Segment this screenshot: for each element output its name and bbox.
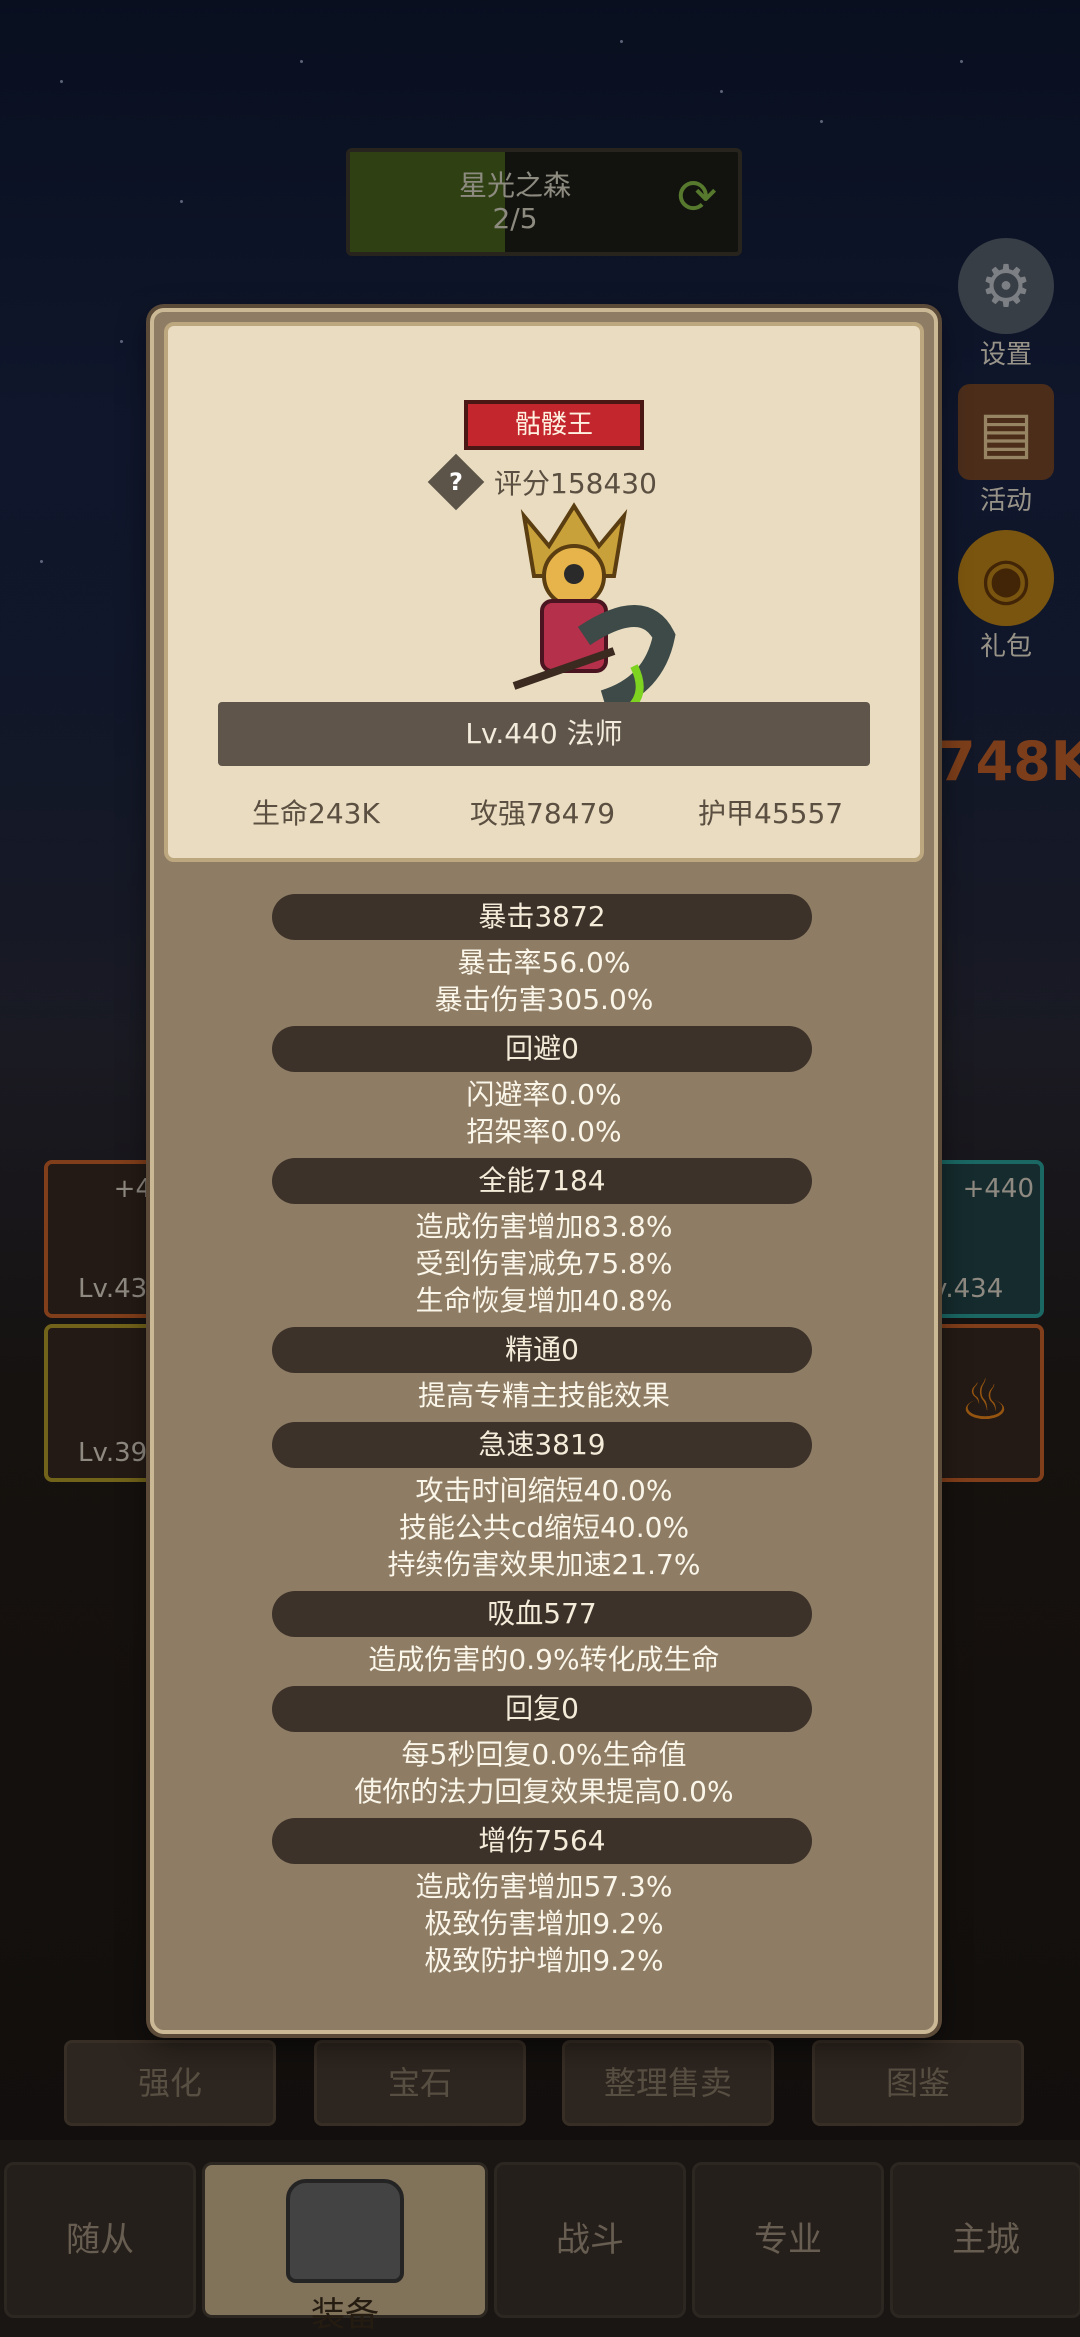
section-title: 回避0	[272, 1026, 812, 1072]
hero-card: 骷髅王 ? 评分158430 Lv.440 法师 生命243K 攻强78479 …	[164, 322, 924, 862]
section-line: 造成伤害增加83.8%	[415, 1210, 673, 1243]
section-line: 造成伤害的0.9%转化成生命	[368, 1643, 720, 1676]
section-line: 招架率0.0%	[466, 1115, 622, 1148]
section-line: 技能公共cd缩短40.0%	[398, 1511, 690, 1544]
section-line: 生命恢复增加40.8%	[415, 1284, 673, 1317]
section-title: 急速3819	[272, 1422, 812, 1468]
section-line: 暴击伤害305.0%	[434, 983, 654, 1016]
section-title: 增伤7564	[272, 1818, 812, 1864]
section-line: 受到伤害减免75.8%	[415, 1247, 673, 1280]
section-title: 精通0	[272, 1327, 812, 1373]
hero-portrait	[512, 502, 676, 725]
section-title: 暴击3872	[272, 894, 812, 940]
section-line: 持续伤害效果加速21.7%	[387, 1548, 701, 1581]
stat-hp: 生命243K	[252, 797, 380, 830]
section-line: 造成伤害增加57.3%	[415, 1870, 673, 1903]
section-title: 吸血577	[272, 1591, 812, 1637]
section-line: 提高专精主技能效果	[417, 1379, 670, 1412]
stat-attack: 攻强78479	[470, 797, 616, 830]
section-line: 极致防护增加9.2%	[424, 1944, 664, 1977]
section-line: 闪避率0.0%	[466, 1078, 622, 1111]
section-line: 每5秒回复0.0%生命值	[401, 1738, 687, 1771]
hero-stats-modal: 骷髅王 ? 评分158430 Lv.440 法师 生命243K 攻强78479 …	[150, 308, 938, 2034]
stat-armor: 护甲45557	[698, 797, 844, 830]
section-title: 全能7184	[272, 1158, 812, 1204]
section-line: 使你的法力回复效果提高0.0%	[354, 1775, 734, 1808]
hero-name: 骷髅王	[464, 400, 644, 450]
level-class: Lv.440 法师	[218, 702, 870, 766]
section-line: 极致伤害增加9.2%	[424, 1907, 664, 1940]
section-title: 回复0	[272, 1686, 812, 1732]
section-line: 攻击时间缩短40.0%	[415, 1474, 673, 1507]
section-line: 暴击率56.0%	[457, 946, 631, 979]
